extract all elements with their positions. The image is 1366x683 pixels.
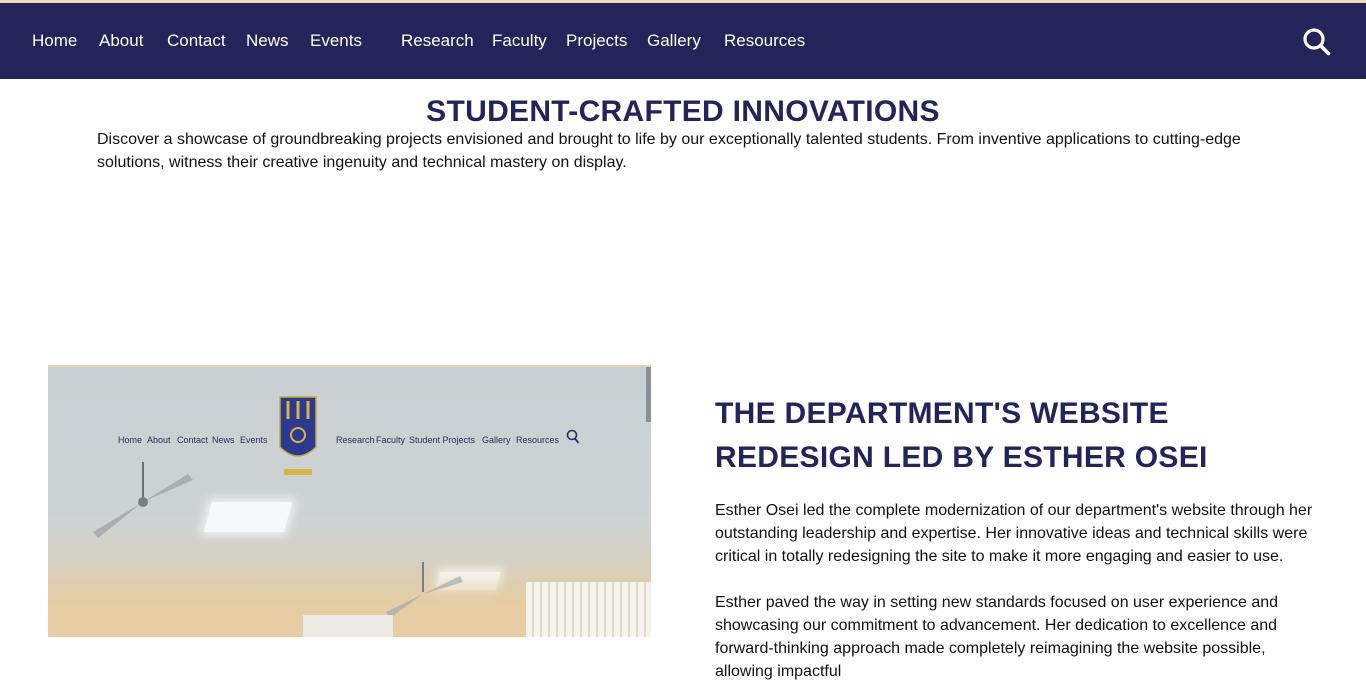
nav-home[interactable]: Home	[32, 31, 77, 51]
search-icon	[566, 429, 580, 444]
crest-icon	[279, 396, 317, 475]
nav-about[interactable]: About	[99, 31, 143, 51]
nav-events[interactable]: Events	[310, 31, 362, 51]
window-blinds	[526, 582, 651, 637]
search-icon[interactable]	[1302, 27, 1332, 57]
nav-resources[interactable]: Resources	[724, 31, 805, 51]
section-title: STUDENT-CRAFTED INNOVATIONS	[426, 94, 940, 128]
article-paragraph-2: Esther paved the way in setting new stan…	[715, 594, 1279, 680]
photo-nav-label: Events	[240, 435, 268, 445]
nav-news[interactable]: News	[246, 31, 289, 51]
article-paragraph-1: Esther Osei led the complete modernizati…	[715, 502, 1313, 565]
nav-gallery[interactable]: Gallery	[647, 31, 701, 51]
article-title: THE DEPARTMENT'S WEBSITE REDESIGN LED BY…	[715, 396, 1208, 474]
nav-contact[interactable]: Contact	[167, 31, 226, 51]
photo-scrollbar	[646, 367, 651, 422]
nav-faculty[interactable]: Faculty	[492, 31, 547, 51]
photo-nav-label: Home	[118, 435, 143, 445]
photo-nav-label: News	[212, 435, 235, 445]
section-intro: Discover a showcase of groundbreaking pr…	[97, 131, 1241, 171]
main-navbar: Home About Contact News Events Research …	[0, 3, 1366, 79]
nav-projects[interactable]: Projects	[566, 31, 627, 51]
ceiling-fan	[386, 562, 463, 618]
ceiling-fan	[93, 462, 193, 538]
photo-nav-label: Resources	[516, 435, 560, 445]
photo-nav-label: Student Projects	[409, 435, 476, 445]
photo-nav-label: Research	[336, 435, 375, 445]
air-conditioner	[303, 615, 393, 637]
photo-nav-label: About	[147, 435, 171, 445]
photo-nav-label: Gallery	[482, 435, 511, 445]
ceiling-light	[203, 502, 293, 532]
project-photo: Home About Contact News Events Research …	[48, 365, 651, 637]
photo-nav-label: Faculty	[376, 435, 406, 445]
photo-nav-label: Contact	[177, 435, 209, 445]
nav-research[interactable]: Research	[401, 31, 474, 51]
